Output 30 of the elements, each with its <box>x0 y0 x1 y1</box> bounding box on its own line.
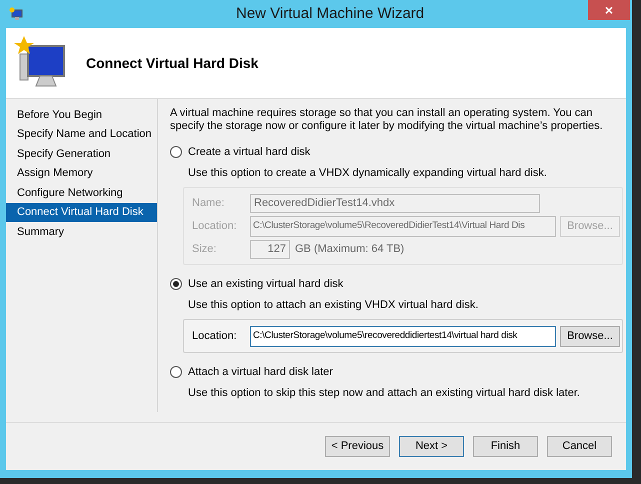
wizard-button[interactable]: Cancel <box>547 436 612 457</box>
computer-icon <box>9 7 23 21</box>
close-button[interactable]: × <box>588 0 630 20</box>
nav-step[interactable]: Assign Memory <box>6 164 157 183</box>
field-label: Location: <box>192 218 238 234</box>
intro-text: A virtual machine requires storage so that you can install an operating system. You can specify the storage now or configure it later by modifying the virtual machine’s properties. <box>170 107 604 133</box>
wizard-button[interactable]: Next > <box>399 436 464 457</box>
field-label: Name: <box>192 196 226 211</box>
nav-step[interactable]: Summary <box>6 222 157 242</box>
wizard-button[interactable]: Finish <box>473 436 538 457</box>
nav-step[interactable]: Specify Name and Location <box>6 124 157 144</box>
page-title: Connect Virtual Hard Disk <box>86 54 258 72</box>
option-description: Use this option to create a VHDX dynamically expanding virtual hard disk. <box>188 166 548 180</box>
field-label: Location: <box>192 328 238 344</box>
location-field[interactable]: C:\ClusterStorage\volume5\recovereddidiertest14\virtual hard disk <box>250 326 556 346</box>
size-unit: GB (Maximum: 64 TB) <box>295 242 404 257</box>
nav-step[interactable]: Specify Generation <box>6 144 157 164</box>
wizard-button[interactable]: < Previous <box>325 436 390 457</box>
radio-button[interactable] <box>170 278 182 290</box>
option-description: Use this option to skip this step now and attach an existing virtual hard disk later. <box>188 386 581 400</box>
nav-step[interactable]: Before You Begin <box>6 105 157 124</box>
nav-step[interactable]: Configure Networking <box>6 183 157 202</box>
option-label[interactable]: Use an existing virtual hard disk <box>188 276 344 292</box>
option-description: Use this option to attach an existing VHDX virtual hard disk. <box>188 298 480 312</box>
nav-step[interactable]: Connect Virtual Hard Disk <box>6 202 157 222</box>
browse-button[interactable]: Browse... <box>560 326 620 346</box>
field-label: Size: <box>192 242 218 257</box>
radio-button[interactable] <box>170 366 182 378</box>
window-title: New Virtual Machine Wizard <box>236 4 424 24</box>
option-label[interactable]: Attach a virtual hard disk later <box>188 364 333 380</box>
